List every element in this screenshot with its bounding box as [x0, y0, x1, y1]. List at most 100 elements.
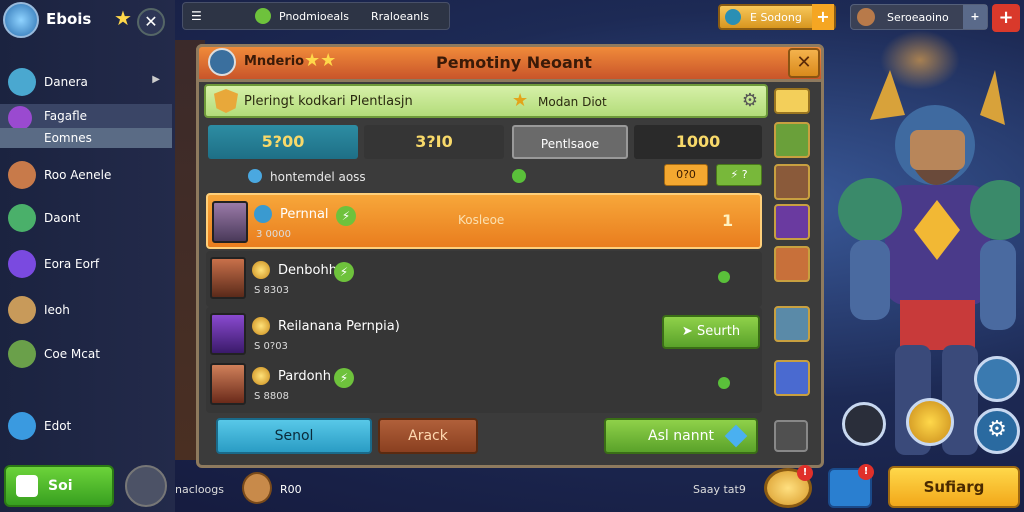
hero-thumb-5[interactable]	[774, 360, 810, 396]
menu-icon[interactable]: ☰	[191, 9, 202, 23]
close-panel-button[interactable]: ✕	[788, 48, 820, 78]
send-button[interactable]: Senol	[216, 418, 372, 454]
row-name: Pernnal	[280, 207, 329, 222]
bottom-right-text: Saay tat9	[693, 483, 746, 496]
coin-icon	[252, 317, 270, 335]
settings-gear-icon[interactable]: ⚙	[742, 90, 758, 111]
hero-thumb-3[interactable]	[774, 246, 810, 282]
bolt-icon: ⚡	[334, 368, 354, 388]
row-status: Kosleoe	[458, 213, 505, 227]
add-resource-button[interactable]: +	[963, 5, 987, 29]
list-item[interactable]: Pernnal ⚡ 3 0000 Kosleoe 1	[206, 193, 762, 249]
banner-text: Pleringt kodkari Plentlasjn	[244, 94, 413, 109]
archer-icon	[8, 204, 36, 232]
start-button[interactable]: Sufiarg	[888, 466, 1020, 508]
sidebar-item-daont[interactable]: Daont	[0, 198, 172, 240]
sidebar-sub-item[interactable]: Eomnes	[0, 128, 172, 148]
profile-avatar[interactable]	[3, 2, 39, 38]
hero-portrait	[210, 313, 246, 355]
search-icon: ➤	[681, 324, 693, 339]
row-sub: S 8303	[254, 285, 289, 296]
bolt-icon: ⚡	[334, 262, 354, 282]
hero-thumb-1[interactable]	[774, 164, 810, 200]
settings-gear-icon[interactable]: ⚙	[974, 408, 1020, 454]
pet-button[interactable]	[125, 465, 167, 507]
row-sub: 3 0000	[256, 229, 291, 240]
close-sidebar-button[interactable]: ✕	[137, 8, 165, 36]
search-button[interactable]: ➤ Seurth	[662, 315, 760, 349]
sidebar-item-fagafle[interactable]: Fagafle	[0, 104, 172, 130]
gem-icon	[725, 9, 741, 25]
info-icon	[248, 169, 262, 183]
filter-label: ?	[741, 168, 748, 181]
hero-icon	[8, 68, 36, 96]
resource-icon	[857, 8, 875, 26]
list-item[interactable]: Denbohh ⚡ S 8303	[206, 251, 762, 307]
sidebar-item-label: Ieoh	[44, 303, 70, 317]
bottom-left-text: nacloogs	[175, 483, 224, 496]
sidebar-primary-button[interactable]: Soi	[4, 465, 114, 507]
stat-reward: 1000	[634, 125, 762, 159]
coin-icon	[252, 367, 270, 385]
profile-name: Ebois	[46, 10, 92, 28]
element-icon	[254, 205, 272, 223]
row-sub: S 8808	[254, 391, 289, 402]
feather-icon[interactable]	[774, 122, 810, 158]
attack-button[interactable]: Arack	[378, 418, 478, 454]
upgrade-button[interactable]	[842, 402, 886, 446]
sidebar-item-label: Edot	[44, 419, 72, 433]
subrow-text: hontemdel aoss	[270, 170, 366, 184]
row-name: Pardonh	[278, 369, 332, 384]
notification-badge: !	[797, 465, 813, 481]
list-item[interactable]: Reilanana Pernpia) S 0?03 ➤ Seurth	[206, 307, 762, 363]
sidebar-item-eora-eorf[interactable]: Eora Eorf	[0, 244, 172, 286]
banner-right-text: Modan Diot	[538, 95, 607, 109]
sidebar-item-ieoh[interactable]: Ieoh	[0, 290, 172, 332]
gold-currency: E Sodong +	[718, 4, 836, 30]
orb-icon	[8, 250, 36, 278]
shield-icon	[214, 89, 238, 113]
potion-icon	[8, 106, 32, 130]
castle-button[interactable]	[974, 356, 1020, 402]
chevron-right-icon: ▶	[152, 74, 160, 85]
hero-thumb-4[interactable]	[774, 306, 810, 342]
sidebar-item-roo-aenele[interactable]: Roo Aenele	[0, 155, 172, 197]
hero-strip	[770, 88, 814, 408]
diamond-icon	[724, 424, 748, 448]
hero-portrait	[212, 201, 248, 243]
add-gold-button[interactable]: +	[812, 4, 834, 30]
bottom-center-text: R00	[280, 483, 302, 496]
chest-button[interactable]: !	[764, 465, 813, 508]
sort-button[interactable]: 0?0	[664, 164, 708, 186]
assign-button[interactable]: Asl nannt	[604, 418, 758, 454]
star-icon: ★	[512, 90, 529, 111]
add-button[interactable]: +	[992, 4, 1020, 32]
options-button[interactable]	[774, 420, 808, 452]
mission-banner: Pleringt kodkari Plentlasjn ★ Modan Diot…	[204, 84, 768, 118]
sidebar-item-danera[interactable]: Danera ▶	[0, 62, 172, 104]
topbar: ☰ Pnodmioeals Rraloeanls	[182, 2, 450, 30]
stat-filter-button[interactable]: Pentlsaoe	[512, 125, 628, 159]
filter-button[interactable]: ⚡ ?	[716, 164, 762, 186]
sidebar-primary-label: Soi	[48, 478, 73, 494]
topbar-label-1[interactable]: Pnodmioeals	[279, 10, 349, 23]
chat-icon	[8, 412, 36, 440]
mail-button[interactable]: !	[828, 464, 874, 508]
panel-tab-title[interactable]: Mnderio	[244, 54, 304, 69]
list-item[interactable]: Pardonh ⚡ S 8808	[206, 357, 762, 413]
sidebar-item-label: Fagafle	[44, 109, 88, 123]
sidebar-item-label: Daont	[44, 211, 81, 225]
sidebar-item-coe-mcat[interactable]: Coe Mcat	[0, 334, 172, 376]
status-dot-icon	[512, 169, 526, 183]
hero-portrait	[210, 257, 246, 299]
hero-thumb-2[interactable]	[774, 204, 810, 240]
quest-button[interactable]	[906, 398, 954, 446]
sidebar-item-label: Danera	[44, 75, 88, 89]
player-avatar[interactable]	[242, 472, 272, 504]
helmet-tab-icon[interactable]	[774, 88, 810, 114]
topbar-label-2[interactable]: Rraloeanls	[371, 10, 429, 23]
sidebar-item-edot[interactable]: Edot	[0, 406, 172, 448]
monk-icon	[8, 296, 36, 324]
sidebar-item-label: Coe Mcat	[44, 347, 100, 361]
filter-icon: ⚡	[730, 168, 739, 181]
